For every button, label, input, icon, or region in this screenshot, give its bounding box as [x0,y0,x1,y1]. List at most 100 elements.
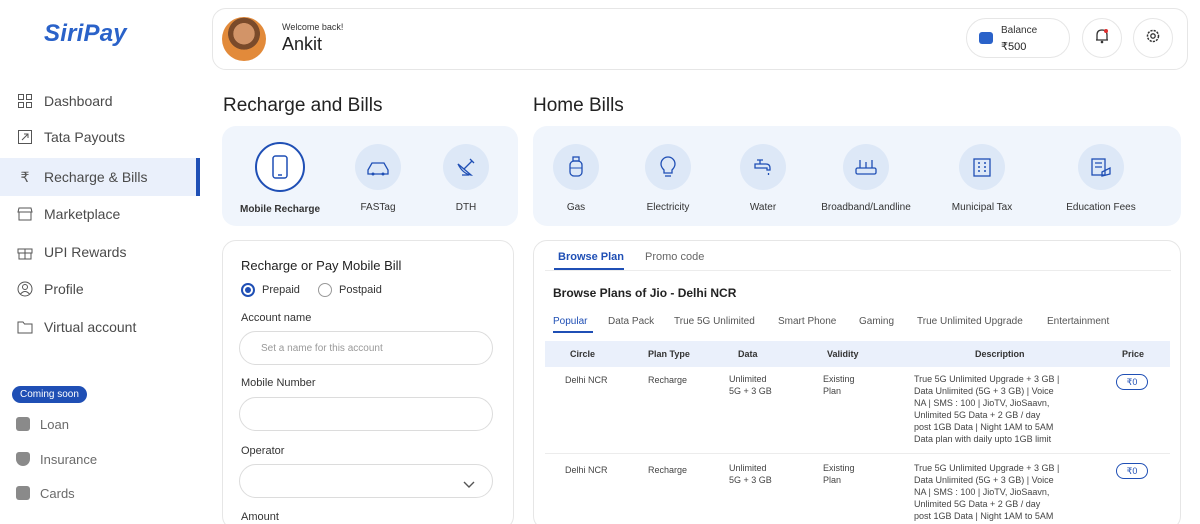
cell-circle: Delhi NCR [565,465,608,475]
card-icon [16,486,30,500]
column-header-description: Description [975,349,1025,359]
row-divider [545,453,1170,454]
radio-unselected-icon [318,283,332,297]
category-data-pack[interactable]: Data Pack [608,316,654,327]
mobile-number-label: Mobile Number [241,377,316,389]
cell-line: Unlimited 5G Data + 2 GB / day [914,410,1041,420]
service-label: Broadband/Landline [821,202,911,213]
service-broadband[interactable]: Broadband/Landline [816,144,916,213]
folder-icon [16,318,34,336]
bell-icon [1095,28,1109,49]
operator-label: Operator [241,445,285,457]
sidebar-item-profile[interactable]: Profile [0,270,200,308]
column-header-validity: Validity [827,349,859,359]
operator-select[interactable] [239,464,493,498]
cell-description: True 5G Unlimited Upgrade + 3 GB | Data … [914,373,1059,445]
service-education-fees[interactable]: Education Fees [1051,144,1151,213]
siripay-logo[interactable]: SiriPay [44,20,127,48]
cell-line: post 1GB Data | Night 1AM to 5AM [914,511,1054,521]
category-true-5g-unlimited[interactable]: True 5G Unlimited [674,316,755,327]
category-gaming[interactable]: Gaming [859,316,894,327]
satellite-dish-icon [443,144,489,190]
mobile-number-input[interactable] [239,397,493,431]
sidebar-item-label: Cards [40,485,75,501]
fastag-icon [355,144,401,190]
column-header-data: Data [738,349,758,359]
service-electricity[interactable]: Electricity [618,144,718,213]
sidebar-item-marketplace[interactable]: Marketplace [0,195,200,233]
service-label: Education Fees [1066,202,1136,213]
tab-promo-code[interactable]: Promo code [645,251,704,263]
sidebar-item-recharge-bills[interactable]: ₹ Recharge & Bills [0,158,200,196]
sidebar-item-dashboard[interactable]: Dashboard [0,82,200,120]
sidebar-item-label: Insurance [40,451,98,467]
cell-data: Unlimited 5G + 3 GB [729,373,772,397]
plans-heading: Browse Plans of Jio - Delhi NCR [553,286,737,300]
radio-selected-icon [241,283,255,297]
cell-line: Unlimited [729,374,767,384]
loan-icon [16,417,30,431]
sidebar-item-label: Tata Payouts [44,129,125,145]
cell-line: Existing [823,374,855,384]
sidebar-item-label: Loan [40,416,69,432]
prepaid-radio[interactable]: Prepaid [241,283,300,297]
column-header-price: Price [1122,349,1145,359]
cell-plan-type: Recharge [648,465,688,475]
service-mobile-recharge[interactable]: Mobile Recharge [230,142,330,215]
sidebar-item-tata-payouts[interactable]: Tata Payouts [0,118,200,156]
cell-line: 5G + 3 GB [729,475,772,485]
service-gas[interactable]: Gas [526,144,626,213]
cell-validity: Existing Plan [823,373,855,397]
tab-browse-plan[interactable]: Browse Plan [558,251,624,263]
cell-validity: Existing Plan [823,462,855,486]
education-icon [1078,144,1124,190]
gift-icon [16,243,34,261]
category-smart-phone[interactable]: Smart Phone [778,316,836,327]
price-button[interactable]: ₹0 [1116,463,1148,479]
column-header-circle: Circle [570,349,596,359]
coming-soon-badge: Coming soon [12,386,87,403]
service-label: Mobile Recharge [239,204,321,215]
home-bills-section-title: Home Bills [533,95,624,116]
sidebar-item-upi-rewards[interactable]: UPI Rewards [0,233,200,271]
avatar[interactable] [222,17,266,61]
price-button[interactable]: ₹0 [1116,374,1148,390]
form-title: Recharge or Pay Mobile Bill [241,258,402,273]
active-category-indicator [553,331,593,333]
sidebar-item-label: Virtual account [44,319,137,335]
category-true-unlimited-upgrade[interactable]: True Unlimited Upgrade [917,316,1023,327]
cell-plan-type: Recharge [648,375,688,385]
category-popular[interactable]: Popular [553,316,587,327]
category-entertainment[interactable]: Entertainment [1047,316,1109,327]
phone-icon [255,142,305,192]
service-label: Water [749,202,777,213]
service-label: Municipal Tax [951,202,1013,213]
gas-cylinder-icon [553,144,599,190]
sidebar: SiriPay Dashboard Tata Payouts ₹ Recharg… [0,0,200,524]
tabs-divider [545,270,1171,271]
service-water[interactable]: Water [713,144,813,213]
service-municipal-tax[interactable]: Municipal Tax [932,144,1032,213]
postpaid-radio[interactable]: Postpaid [318,283,382,297]
service-dth[interactable]: DTH [416,144,516,213]
user-icon [16,280,34,298]
cell-data: Unlimited 5G + 3 GB [729,462,772,486]
sidebar-item-label: Profile [44,281,84,297]
grid-icon [16,92,34,110]
cell-line: Unlimited 5G Data + 2 GB / day [914,499,1041,509]
account-name-input[interactable]: Set a name for this account [239,331,493,365]
cell-line: Plan [823,386,842,396]
router-icon [843,144,889,190]
balance-value: ₹500 [1001,41,1027,53]
cell-line: Existing [823,463,855,473]
cell-line: NA | SMS : 100 | JioTV, JioSaavn, [914,398,1050,408]
service-fastag[interactable]: FASTag [328,144,428,213]
notifications-button[interactable] [1082,18,1122,58]
sidebar-item-label: Dashboard [44,93,113,109]
sidebar-item-insurance: Insurance [0,444,200,474]
sidebar-item-virtual-account[interactable]: Virtual account [0,308,200,346]
building-icon [959,144,1005,190]
column-header-plan-type: Plan Type [648,349,690,359]
amount-label: Amount [241,511,279,523]
settings-button[interactable] [1133,18,1173,58]
